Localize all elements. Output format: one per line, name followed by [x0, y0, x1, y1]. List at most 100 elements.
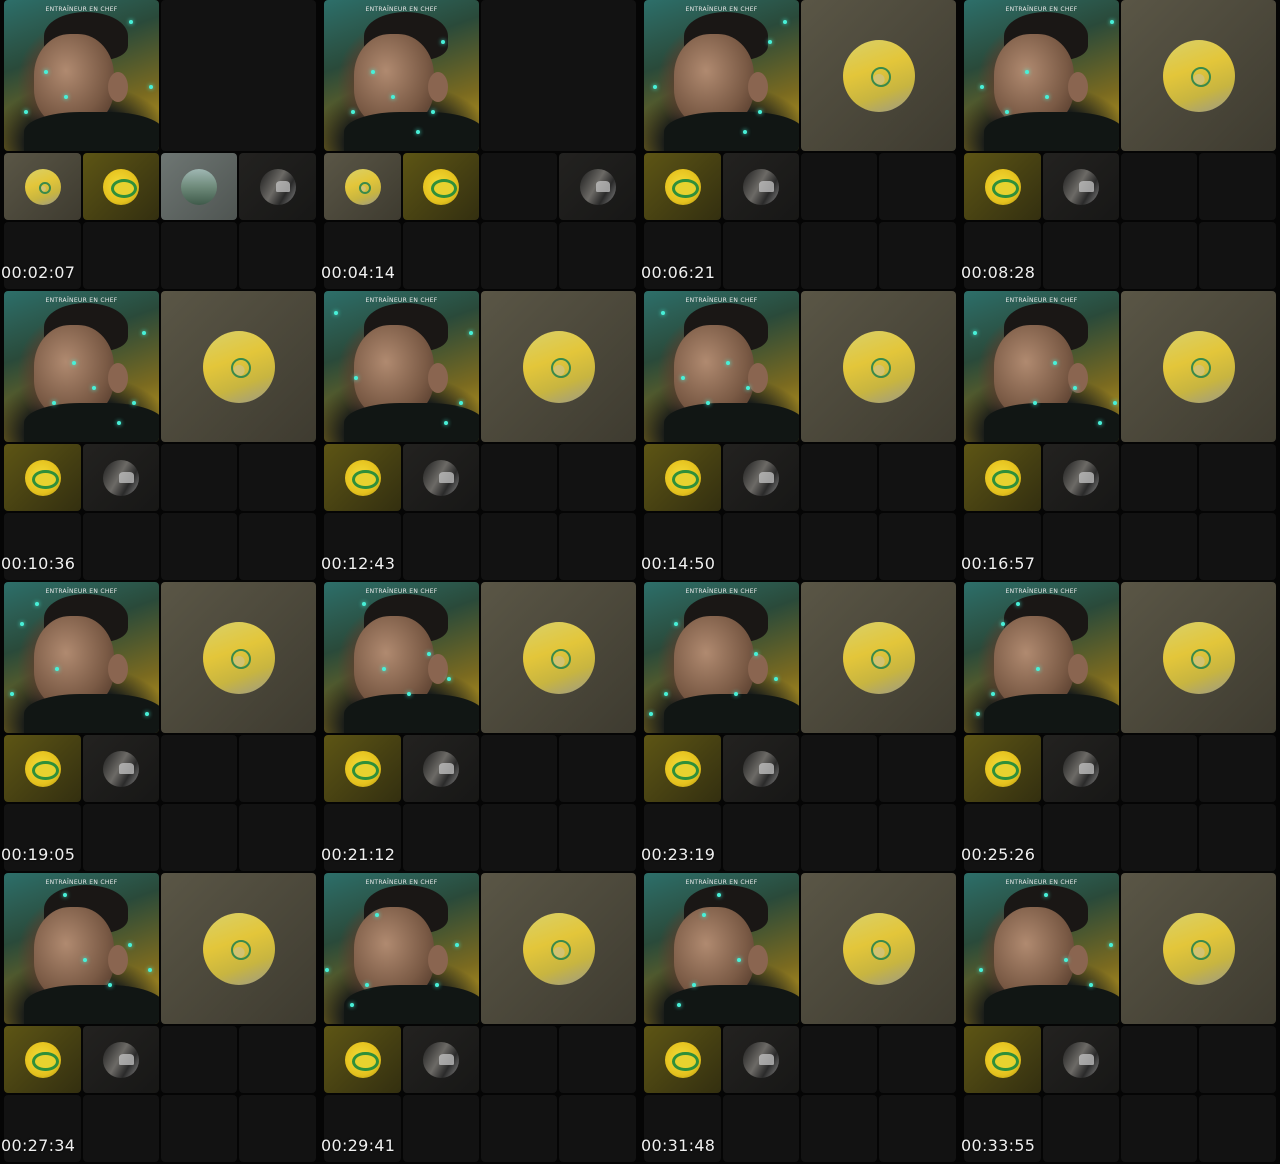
empty-participant-slot: [83, 804, 159, 871]
jersey-avatar: [522, 912, 595, 985]
participant-tile[interactable]: [161, 582, 316, 733]
coach-jacket: [984, 112, 1119, 151]
coach-ear: [748, 72, 768, 102]
participant-tile[interactable]: [403, 735, 479, 802]
coach-video-tile[interactable]: ENTRAÎNEUR EN CHEF: [324, 0, 479, 151]
coach-video-tile[interactable]: ENTRAÎNEUR EN CHEF: [324, 873, 479, 1024]
coach-video-tile[interactable]: ENTRAÎNEUR EN CHEF: [644, 873, 799, 1024]
sparkle-icon: [1025, 70, 1029, 74]
frame-timestamp: 00:08:28: [961, 263, 1036, 282]
participant-tile[interactable]: [4, 735, 81, 802]
sparkle-icon: [1005, 110, 1009, 114]
coach-video-tile[interactable]: ENTRAÎNEUR EN CHEF: [324, 291, 479, 442]
empty-participant-slot: [83, 513, 159, 580]
coach-video-tile[interactable]: ENTRAÎNEUR EN CHEF: [644, 582, 799, 733]
participant-tile[interactable]: [1043, 735, 1119, 802]
empty-participant-slot: [1121, 444, 1197, 511]
participant-tile[interactable]: [1121, 873, 1276, 1024]
participant-tile[interactable]: [723, 444, 799, 511]
participant-tile[interactable]: [644, 735, 721, 802]
coach-video-tile[interactable]: ENTRAÎNEUR EN CHEF: [4, 291, 159, 442]
empty-participant-slot: [161, 222, 237, 289]
sparkle-icon: [63, 893, 67, 897]
participant-tile[interactable]: [481, 582, 636, 733]
car-avatar: [259, 168, 296, 205]
coach-video-tile[interactable]: ENTRAÎNEUR EN CHEF: [964, 873, 1119, 1024]
club-logo-avatar: [24, 1041, 61, 1078]
frame-timestamp: 00:27:34: [1, 1136, 76, 1155]
participant-tile[interactable]: [161, 291, 316, 442]
participant-tile[interactable]: [723, 1026, 799, 1093]
participant-tile[interactable]: [4, 1026, 81, 1093]
participant-tile[interactable]: [801, 582, 956, 733]
video-frame: ENTRAÎNEUR EN CHEF 00:29:41: [320, 873, 636, 1162]
participant-tile[interactable]: [1043, 1026, 1119, 1093]
participant-tile[interactable]: [239, 153, 316, 220]
participant-tile[interactable]: [1043, 444, 1119, 511]
participant-tile[interactable]: [559, 153, 636, 220]
coach-ear: [108, 363, 128, 393]
participant-tile[interactable]: [1121, 0, 1276, 151]
participant-tile[interactable]: [324, 444, 401, 511]
coach-video-tile[interactable]: ENTRAÎNEUR EN CHEF: [324, 582, 479, 733]
participant-tile[interactable]: [481, 291, 636, 442]
empty-participant-slot: [723, 513, 799, 580]
participant-tile[interactable]: [964, 153, 1041, 220]
participant-tile[interactable]: [801, 873, 956, 1024]
participant-tile[interactable]: [4, 153, 81, 220]
empty-participant-slot: [1199, 222, 1276, 289]
participant-tile[interactable]: [1121, 291, 1276, 442]
coach-video-tile[interactable]: ENTRAÎNEUR EN CHEF: [4, 582, 159, 733]
participant-tile[interactable]: [964, 1026, 1041, 1093]
coach-video-tile[interactable]: ENTRAÎNEUR EN CHEF: [964, 582, 1119, 733]
participant-tile[interactable]: [644, 1026, 721, 1093]
empty-participant-slot: [83, 222, 159, 289]
coach-video-tile[interactable]: ENTRAÎNEUR EN CHEF: [4, 873, 159, 1024]
participant-tile[interactable]: [161, 153, 237, 220]
participant-tile[interactable]: [801, 0, 956, 151]
sparkle-icon: [734, 692, 738, 696]
participant-tile[interactable]: [403, 1026, 479, 1093]
participant-tile[interactable]: [644, 153, 721, 220]
participant-tile[interactable]: [723, 735, 799, 802]
club-logo-avatar: [984, 750, 1021, 787]
participant-tile[interactable]: [83, 1026, 159, 1093]
video-frame: ENTRAÎNEUR EN CHEF 00:14:50: [640, 291, 956, 580]
participant-tile[interactable]: [1121, 582, 1276, 733]
participant-tile[interactable]: [1043, 153, 1119, 220]
participant-tile[interactable]: [723, 153, 799, 220]
participant-tile[interactable]: [801, 291, 956, 442]
coach-video-tile[interactable]: ENTRAÎNEUR EN CHEF: [644, 0, 799, 151]
sparkle-icon: [980, 85, 984, 89]
participant-tile[interactable]: [324, 735, 401, 802]
participant-tile[interactable]: [403, 153, 479, 220]
participant-tile[interactable]: [403, 444, 479, 511]
participant-tile[interactable]: [161, 873, 316, 1024]
coach-video-tile[interactable]: ENTRAÎNEUR EN CHEF: [964, 0, 1119, 151]
coach-caption: ENTRAÎNEUR EN CHEF: [45, 6, 118, 13]
coach-video-tile[interactable]: ENTRAÎNEUR EN CHEF: [644, 291, 799, 442]
coach-jacket: [24, 403, 159, 442]
participant-tile[interactable]: [964, 735, 1041, 802]
participant-tile[interactable]: [481, 873, 636, 1024]
participant-tile[interactable]: [324, 1026, 401, 1093]
club-logo-avatar: [664, 459, 701, 496]
video-frame: ENTRAÎNEUR EN CHEF 00:21:12: [320, 582, 636, 871]
participant-tile[interactable]: [4, 444, 81, 511]
sparkle-icon: [145, 712, 149, 716]
coach-video-tile[interactable]: ENTRAÎNEUR EN CHEF: [4, 0, 159, 151]
participant-tile[interactable]: [83, 735, 159, 802]
sparkle-icon: [1098, 421, 1102, 425]
jersey-avatar: [24, 168, 61, 205]
participant-tile[interactable]: [83, 444, 159, 511]
participant-tile[interactable]: [83, 153, 159, 220]
coach-jacket: [344, 694, 479, 733]
participant-tile[interactable]: [644, 444, 721, 511]
participant-tile[interactable]: [324, 153, 401, 220]
car-avatar: [423, 459, 459, 496]
coach-video-tile[interactable]: ENTRAÎNEUR EN CHEF: [964, 291, 1119, 442]
sparkle-icon: [743, 130, 747, 134]
empty-participant-slot: [161, 0, 316, 151]
participant-tile[interactable]: [964, 444, 1041, 511]
empty-participant-slot: [239, 735, 316, 802]
